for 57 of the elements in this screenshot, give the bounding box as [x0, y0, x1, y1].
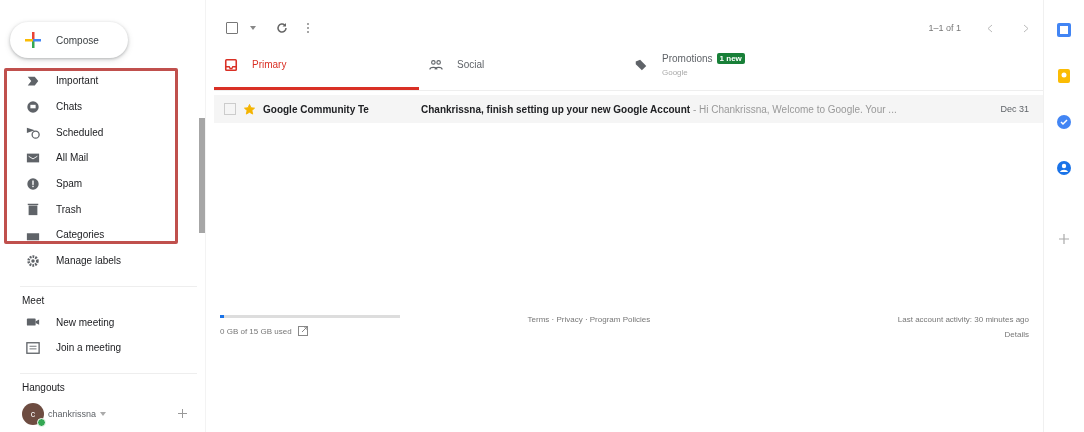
spam-icon	[26, 176, 40, 191]
scheduled-icon	[26, 125, 40, 140]
footer-links[interactable]: Terms · Privacy · Program Policies	[400, 315, 898, 339]
email-subject: Chankrissna, finish setting up your new Google Account - Hi Chankrissna, Welcome to Google. Your ...	[421, 103, 897, 115]
meet-item[interactable]: New meeting	[56, 316, 115, 328]
category-tab[interactable]: Primary	[214, 42, 419, 90]
tab-label: Promotions	[662, 52, 713, 64]
inbox-icon	[224, 57, 238, 72]
activity-text: Last account activity: 30 minutes ago	[897, 315, 1029, 324]
category-tab[interactable]: Promotions 1 new Google	[624, 42, 829, 90]
email-sender: Google Community Te	[263, 103, 370, 115]
details-link[interactable]: Details	[1004, 330, 1029, 339]
select-checkbox[interactable]	[226, 22, 238, 34]
email-date: Dec 31	[1000, 104, 1029, 114]
nav-item[interactable]: Chats	[56, 101, 83, 113]
refresh-icon[interactable]	[276, 22, 288, 34]
plus-icon	[24, 31, 42, 49]
add-icon[interactable]	[178, 409, 187, 418]
keyboard-icon	[26, 340, 40, 355]
section-title: Meet	[21, 293, 46, 308]
email-row[interactable]: Google Community Te Chankrissna, finish setting up your new Google Account - Hi Chankrissna, Welcome to Google. Your ... Dec 31	[214, 95, 1043, 123]
trash-icon	[26, 202, 40, 217]
compose-button[interactable]: Compose	[10, 22, 128, 58]
people-icon	[429, 57, 443, 72]
caret-icon[interactable]	[250, 26, 256, 30]
note-icon[interactable]	[1056, 68, 1072, 84]
tab-subtitle: Google	[662, 67, 688, 77]
avatar[interactable]: c	[22, 402, 44, 425]
new-badge: 1 new	[716, 52, 745, 64]
category-tab[interactable]: Social	[419, 42, 624, 90]
nav-item[interactable]: Important	[56, 75, 99, 87]
star-icon[interactable]	[244, 103, 255, 115]
gear-icon	[26, 253, 40, 268]
more-icon[interactable]	[306, 22, 310, 34]
tag-icon	[634, 57, 648, 72]
external-link-icon[interactable]	[297, 326, 308, 336]
tasks-icon[interactable]	[1056, 114, 1072, 130]
contacts-icon[interactable]	[1056, 160, 1072, 176]
nav-item[interactable]: Manage labels	[56, 255, 122, 267]
nav-item[interactable]: Spam	[56, 178, 83, 190]
caret-icon[interactable]	[100, 411, 107, 416]
nav-item[interactable]: Categories	[56, 229, 105, 241]
pagination-text: 1–1 of 1	[928, 23, 961, 33]
storage-text: 0 GB of 15 GB used	[220, 326, 292, 336]
scrollbar[interactable]	[199, 118, 205, 233]
section-title: Hangouts	[21, 380, 66, 395]
add-icon[interactable]	[1059, 234, 1069, 244]
calendar-icon[interactable]	[1056, 22, 1072, 38]
nav-item[interactable]: Trash	[56, 203, 82, 215]
row-checkbox[interactable]	[224, 103, 236, 115]
chevron-right-icon[interactable]	[1023, 23, 1029, 33]
chevron-left-icon[interactable]	[987, 23, 993, 33]
meet-item[interactable]: Join a meeting	[56, 342, 122, 354]
nav-item[interactable]: Scheduled	[56, 126, 104, 138]
chats-icon	[26, 99, 40, 114]
nav-item[interactable]: All Mail	[56, 152, 89, 164]
user-name[interactable]: chankrissna	[48, 408, 97, 419]
